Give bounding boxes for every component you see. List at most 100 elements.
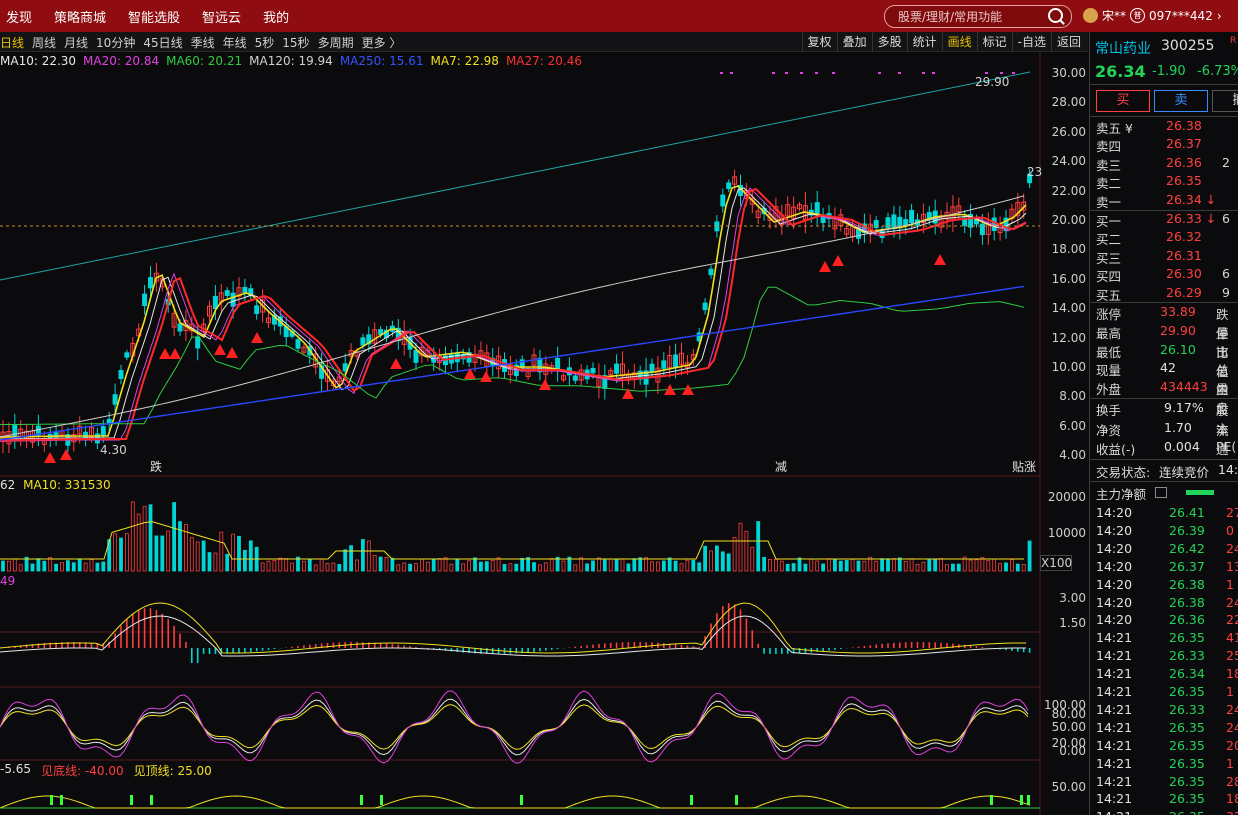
bid-row[interactable]: 买三 26.31 — [1090, 248, 1238, 266]
tick-price: 26.35 — [1169, 684, 1205, 699]
volume-bar — [998, 563, 1002, 572]
bid-row[interactable]: 买四 26.30 6 — [1090, 266, 1238, 284]
signal-triangle — [44, 452, 56, 463]
period-tab[interactable]: 月线 — [64, 34, 88, 51]
stat-value: 1.70 — [1164, 419, 1192, 435]
chevron-right-icon[interactable]: › — [1217, 9, 1222, 23]
nav-discover[interactable]: 发现 — [6, 7, 32, 26]
macd-axis-1-5: 1.50 — [1059, 616, 1086, 630]
ask-row[interactable]: 卖四 26.37 — [1090, 136, 1238, 154]
trade-status-label: 交易状态: — [1096, 465, 1151, 480]
sell-button[interactable]: 卖 — [1154, 90, 1208, 112]
stat-value: 434443 — [1160, 379, 1208, 395]
volume-bar — [921, 561, 926, 572]
period-tab[interactable]: 年线 — [223, 34, 247, 51]
period-tab[interactable]: 15秒 — [282, 34, 309, 51]
tick-price: 26.35 — [1169, 719, 1205, 735]
volume-bar — [207, 552, 212, 572]
bid-row[interactable]: 买二 26.32 — [1090, 229, 1238, 247]
bottom-indicator-bar — [990, 795, 993, 805]
volume-bar — [951, 563, 955, 572]
stock-name[interactable]: 常山药业 — [1095, 38, 1151, 58]
volume-bar — [419, 558, 424, 572]
volume-bar — [667, 557, 672, 572]
ask-row[interactable]: 卖五 ¥ 26.38 — [1090, 118, 1238, 136]
price-axis-label: 6.00 — [1059, 418, 1086, 433]
price-axis-label: 20.00 — [1051, 213, 1086, 227]
cancel-order-button[interactable]: 撤 — [1212, 90, 1238, 112]
tool-button[interactable]: 多股 — [871, 32, 907, 51]
grid-icon[interactable] — [1155, 487, 1167, 498]
volume-bar — [478, 561, 483, 572]
divider — [1090, 398, 1238, 399]
period-tab[interactable]: 更多 〉 — [362, 34, 402, 51]
volume-bar — [60, 562, 64, 572]
divider — [1090, 116, 1238, 117]
candle-body — [726, 182, 732, 190]
price-axis-label: 30.00 — [1051, 66, 1086, 80]
tool-button[interactable]: 返回 — [1050, 32, 1086, 51]
tick-row: 14:21 26.33 25 — [1090, 648, 1238, 666]
user-info[interactable]: 宋** 普 097***442 › — [1083, 7, 1222, 24]
tick-price: 26.36 — [1169, 612, 1205, 628]
ask-row[interactable]: 卖一 26.34 ↓ — [1090, 192, 1238, 210]
ask-price: 26.34 ↓ — [1166, 191, 1217, 207]
ask-row[interactable]: 卖三 26.36 2 — [1090, 155, 1238, 173]
kdj-j-line — [0, 690, 1029, 764]
price-axis-label: 24.00 — [1051, 154, 1086, 169]
price-change: -1.90 — [1152, 64, 1186, 79]
main-flow-row[interactable]: 主力净额 — [1090, 484, 1238, 502]
bottom-legend-item: 见底线: -40.00 — [41, 764, 124, 778]
volume-bar — [980, 557, 985, 572]
search-box[interactable]: 股票/理财/常用功能 — [884, 5, 1072, 28]
candle-body — [814, 202, 820, 214]
nav-smart-picker[interactable]: 智能选股 — [128, 7, 180, 26]
stock-code: 300255 — [1161, 38, 1215, 54]
period-tab[interactable]: 5秒 — [255, 34, 275, 51]
volume-bar — [473, 557, 477, 572]
tool-button[interactable]: 复权 — [801, 32, 837, 51]
period-tab[interactable]: 季线 — [191, 34, 215, 51]
bottom-indicator-line — [0, 795, 1031, 809]
search-icon[interactable] — [1048, 8, 1063, 23]
period-tab[interactable]: 45日线 — [143, 34, 182, 51]
volume-bar — [178, 521, 182, 572]
nav-mine[interactable]: 我的 — [263, 7, 289, 26]
bid-row[interactable]: 买五 26.29 9 — [1090, 285, 1238, 303]
tool-button[interactable]: 画线 — [941, 32, 977, 51]
tool-button[interactable]: 标记 — [976, 32, 1012, 51]
tick-price: 26.34 — [1169, 666, 1205, 682]
period-tab[interactable]: 周线 — [32, 34, 56, 51]
candle-body — [224, 290, 230, 297]
tool-button[interactable]: 统计 — [906, 32, 942, 51]
signal-dot — [1000, 72, 1003, 74]
bid-price: 26.33 ↓ — [1166, 211, 1217, 226]
volume-bar — [195, 541, 200, 572]
ask-row[interactable]: 卖二 26.35 — [1090, 173, 1238, 191]
period-tab[interactable]: 日线 — [0, 34, 24, 51]
bid-row[interactable]: 买一 26.33 ↓ 6 — [1090, 211, 1238, 229]
nav-zhiyuan-cloud[interactable]: 智远云 — [202, 7, 241, 26]
period-tab[interactable]: 10分钟 — [96, 34, 135, 51]
period-tab[interactable]: 多周期 — [318, 34, 354, 51]
tick-price: 26.35 — [1169, 630, 1205, 646]
tool-button[interactable]: -自选 — [1011, 32, 1051, 51]
signal-triangle — [251, 332, 263, 343]
volume-bar — [189, 537, 194, 572]
volume-bar — [591, 560, 595, 572]
signal-triangle — [159, 348, 171, 359]
volume-bar — [437, 558, 442, 572]
macd-axis-3: 3.00 — [1059, 591, 1086, 605]
stat-row: 净资 1.70 流通 — [1090, 419, 1238, 457]
bottom-axis-50: 50.00 — [1051, 780, 1086, 794]
volume-bar — [307, 559, 312, 572]
price-axis-label: 4.00 — [1059, 448, 1086, 463]
tick-volume: 22 — [1226, 612, 1238, 628]
volume-bar — [709, 550, 713, 572]
kline-chart[interactable]: 29.904.3023跌减贴涨 — [0, 52, 1088, 815]
tool-button[interactable]: 叠加 — [836, 32, 872, 51]
nav-strategy-mall[interactable]: 策略商城 — [54, 7, 106, 26]
volume-bar — [844, 559, 849, 572]
price-axis-label: 18.00 — [1051, 242, 1086, 257]
buy-button[interactable]: 买 — [1096, 90, 1150, 112]
